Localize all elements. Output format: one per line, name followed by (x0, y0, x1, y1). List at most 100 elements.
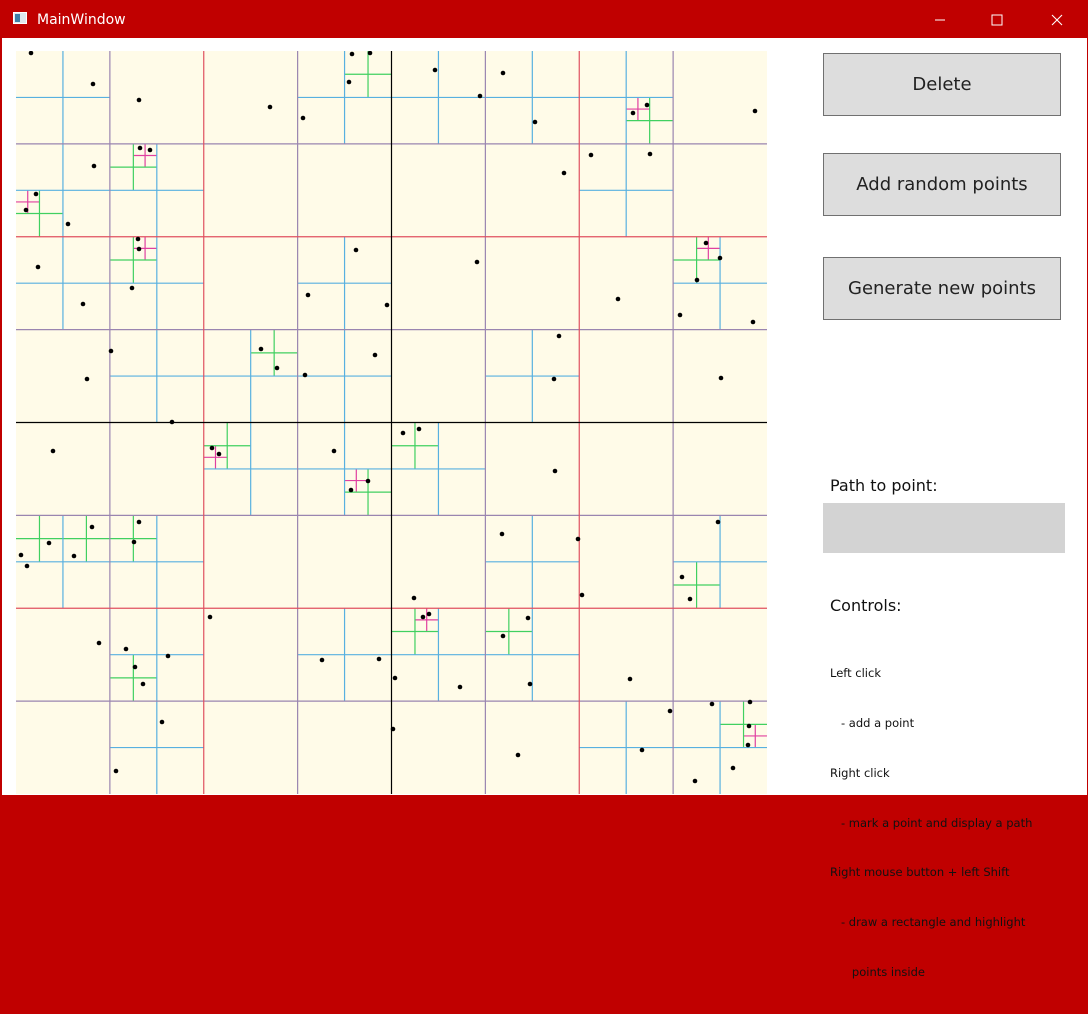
quadtree-point[interactable] (136, 97, 142, 103)
quadtree-point[interactable] (89, 524, 95, 530)
quadtree-point[interactable] (477, 93, 483, 99)
minimize-button[interactable] (917, 1, 963, 38)
quadtree-point[interactable] (750, 319, 756, 325)
quadtree-point[interactable] (745, 742, 751, 748)
quadtree-point[interactable] (346, 79, 352, 85)
quadtree-point[interactable] (499, 531, 505, 537)
quadtree-point[interactable] (348, 487, 354, 493)
quadtree-point[interactable] (384, 302, 390, 308)
quadtree-point[interactable] (627, 676, 633, 682)
quadtree-point[interactable] (46, 540, 52, 546)
quadtree-point[interactable] (147, 147, 153, 153)
quadtree-point[interactable] (35, 264, 41, 270)
quadtree-point[interactable] (305, 292, 311, 298)
quadtree-point[interactable] (108, 348, 114, 354)
quadtree-point[interactable] (752, 108, 758, 114)
quadtree-point[interactable] (411, 595, 417, 601)
quadtree-point[interactable] (349, 51, 355, 57)
quadtree-point[interactable] (679, 574, 685, 580)
title-bar[interactable]: MainWindow (1, 1, 1087, 38)
quadtree-point[interactable] (588, 152, 594, 158)
quadtree-point[interactable] (718, 375, 724, 381)
quadtree-point[interactable] (525, 615, 531, 621)
quadtree-point[interactable] (630, 110, 636, 116)
quadtree-svg[interactable] (16, 51, 767, 794)
quadtree-point[interactable] (715, 519, 721, 525)
quadtree-point[interactable] (135, 236, 141, 242)
quadtree-point[interactable] (420, 614, 426, 620)
quadtree-point[interactable] (390, 726, 396, 732)
quadtree-point[interactable] (556, 333, 562, 339)
quadtree-point[interactable] (426, 611, 432, 617)
quadtree-point[interactable] (639, 747, 645, 753)
quadtree-point[interactable] (136, 246, 142, 252)
quadtree-point[interactable] (353, 247, 359, 253)
quadtree-point[interactable] (457, 684, 463, 690)
quadtree-point[interactable] (703, 240, 709, 246)
quadtree-point[interactable] (123, 646, 129, 652)
quadtree-point[interactable] (551, 376, 557, 382)
quadtree-point[interactable] (207, 614, 213, 620)
quadtree-point[interactable] (136, 519, 142, 525)
quadtree-point[interactable] (90, 81, 96, 87)
quadtree-point[interactable] (667, 708, 673, 714)
quadtree-point[interactable] (747, 699, 753, 705)
quadtree-point[interactable] (644, 102, 650, 108)
quadtree-point[interactable] (300, 115, 306, 121)
quadtree-point[interactable] (129, 285, 135, 291)
quadtree-point[interactable] (692, 778, 698, 784)
quadtree-point[interactable] (137, 145, 143, 151)
quadtree-point[interactable] (365, 478, 371, 484)
quadtree-point[interactable] (331, 448, 337, 454)
quadtree-point[interactable] (647, 151, 653, 157)
quadtree-point[interactable] (18, 552, 24, 558)
add-random-points-button[interactable]: Add random points (823, 153, 1061, 216)
quadtree-point[interactable] (416, 426, 422, 432)
quadtree-point[interactable] (319, 657, 325, 663)
quadtree-point[interactable] (209, 445, 215, 451)
quadtree-point[interactable] (515, 752, 521, 758)
quadtree-point[interactable] (267, 104, 273, 110)
quadtree-point[interactable] (165, 653, 171, 659)
quadtree-point[interactable] (500, 70, 506, 76)
quadtree-point[interactable] (717, 255, 723, 261)
quadtree-point[interactable] (159, 719, 165, 725)
quadtree-point[interactable] (615, 296, 621, 302)
quadtree-point[interactable] (216, 451, 222, 457)
close-button[interactable] (1034, 1, 1080, 38)
quadtree-point[interactable] (23, 207, 29, 213)
quadtree-point[interactable] (71, 553, 77, 559)
quadtree-point[interactable] (24, 563, 30, 569)
quadtree-point[interactable] (527, 681, 533, 687)
quadtree-point[interactable] (532, 119, 538, 125)
quadtree-point[interactable] (131, 539, 137, 545)
maximize-button[interactable] (974, 1, 1020, 38)
quadtree-point[interactable] (746, 723, 752, 729)
quadtree-point[interactable] (274, 365, 280, 371)
quadtree-point[interactable] (376, 656, 382, 662)
quadtree-point[interactable] (575, 536, 581, 542)
quadtree-point[interactable] (709, 701, 715, 707)
quadtree-point[interactable] (140, 681, 146, 687)
quadtree-point[interactable] (169, 419, 175, 425)
quadtree-point[interactable] (96, 640, 102, 646)
delete-button[interactable]: Delete (823, 53, 1061, 116)
quadtree-point[interactable] (50, 448, 56, 454)
quadtree-point[interactable] (561, 170, 567, 176)
quadtree-point[interactable] (400, 430, 406, 436)
quadtree-point[interactable] (552, 468, 558, 474)
quadtree-point[interactable] (579, 592, 585, 598)
quadtree-point[interactable] (392, 675, 398, 681)
quadtree-point[interactable] (65, 221, 71, 227)
quadtree-point[interactable] (132, 664, 138, 670)
quadtree-point[interactable] (80, 301, 86, 307)
quadtree-point[interactable] (474, 259, 480, 265)
quadtree-point[interactable] (432, 67, 438, 73)
quadtree-point[interactable] (372, 352, 378, 358)
quadtree-point[interactable] (91, 163, 97, 169)
quadtree-point[interactable] (84, 376, 90, 382)
quadtree-point[interactable] (687, 596, 693, 602)
quadtree-point[interactable] (258, 346, 264, 352)
quadtree-canvas[interactable] (16, 51, 767, 794)
quadtree-point[interactable] (500, 633, 506, 639)
